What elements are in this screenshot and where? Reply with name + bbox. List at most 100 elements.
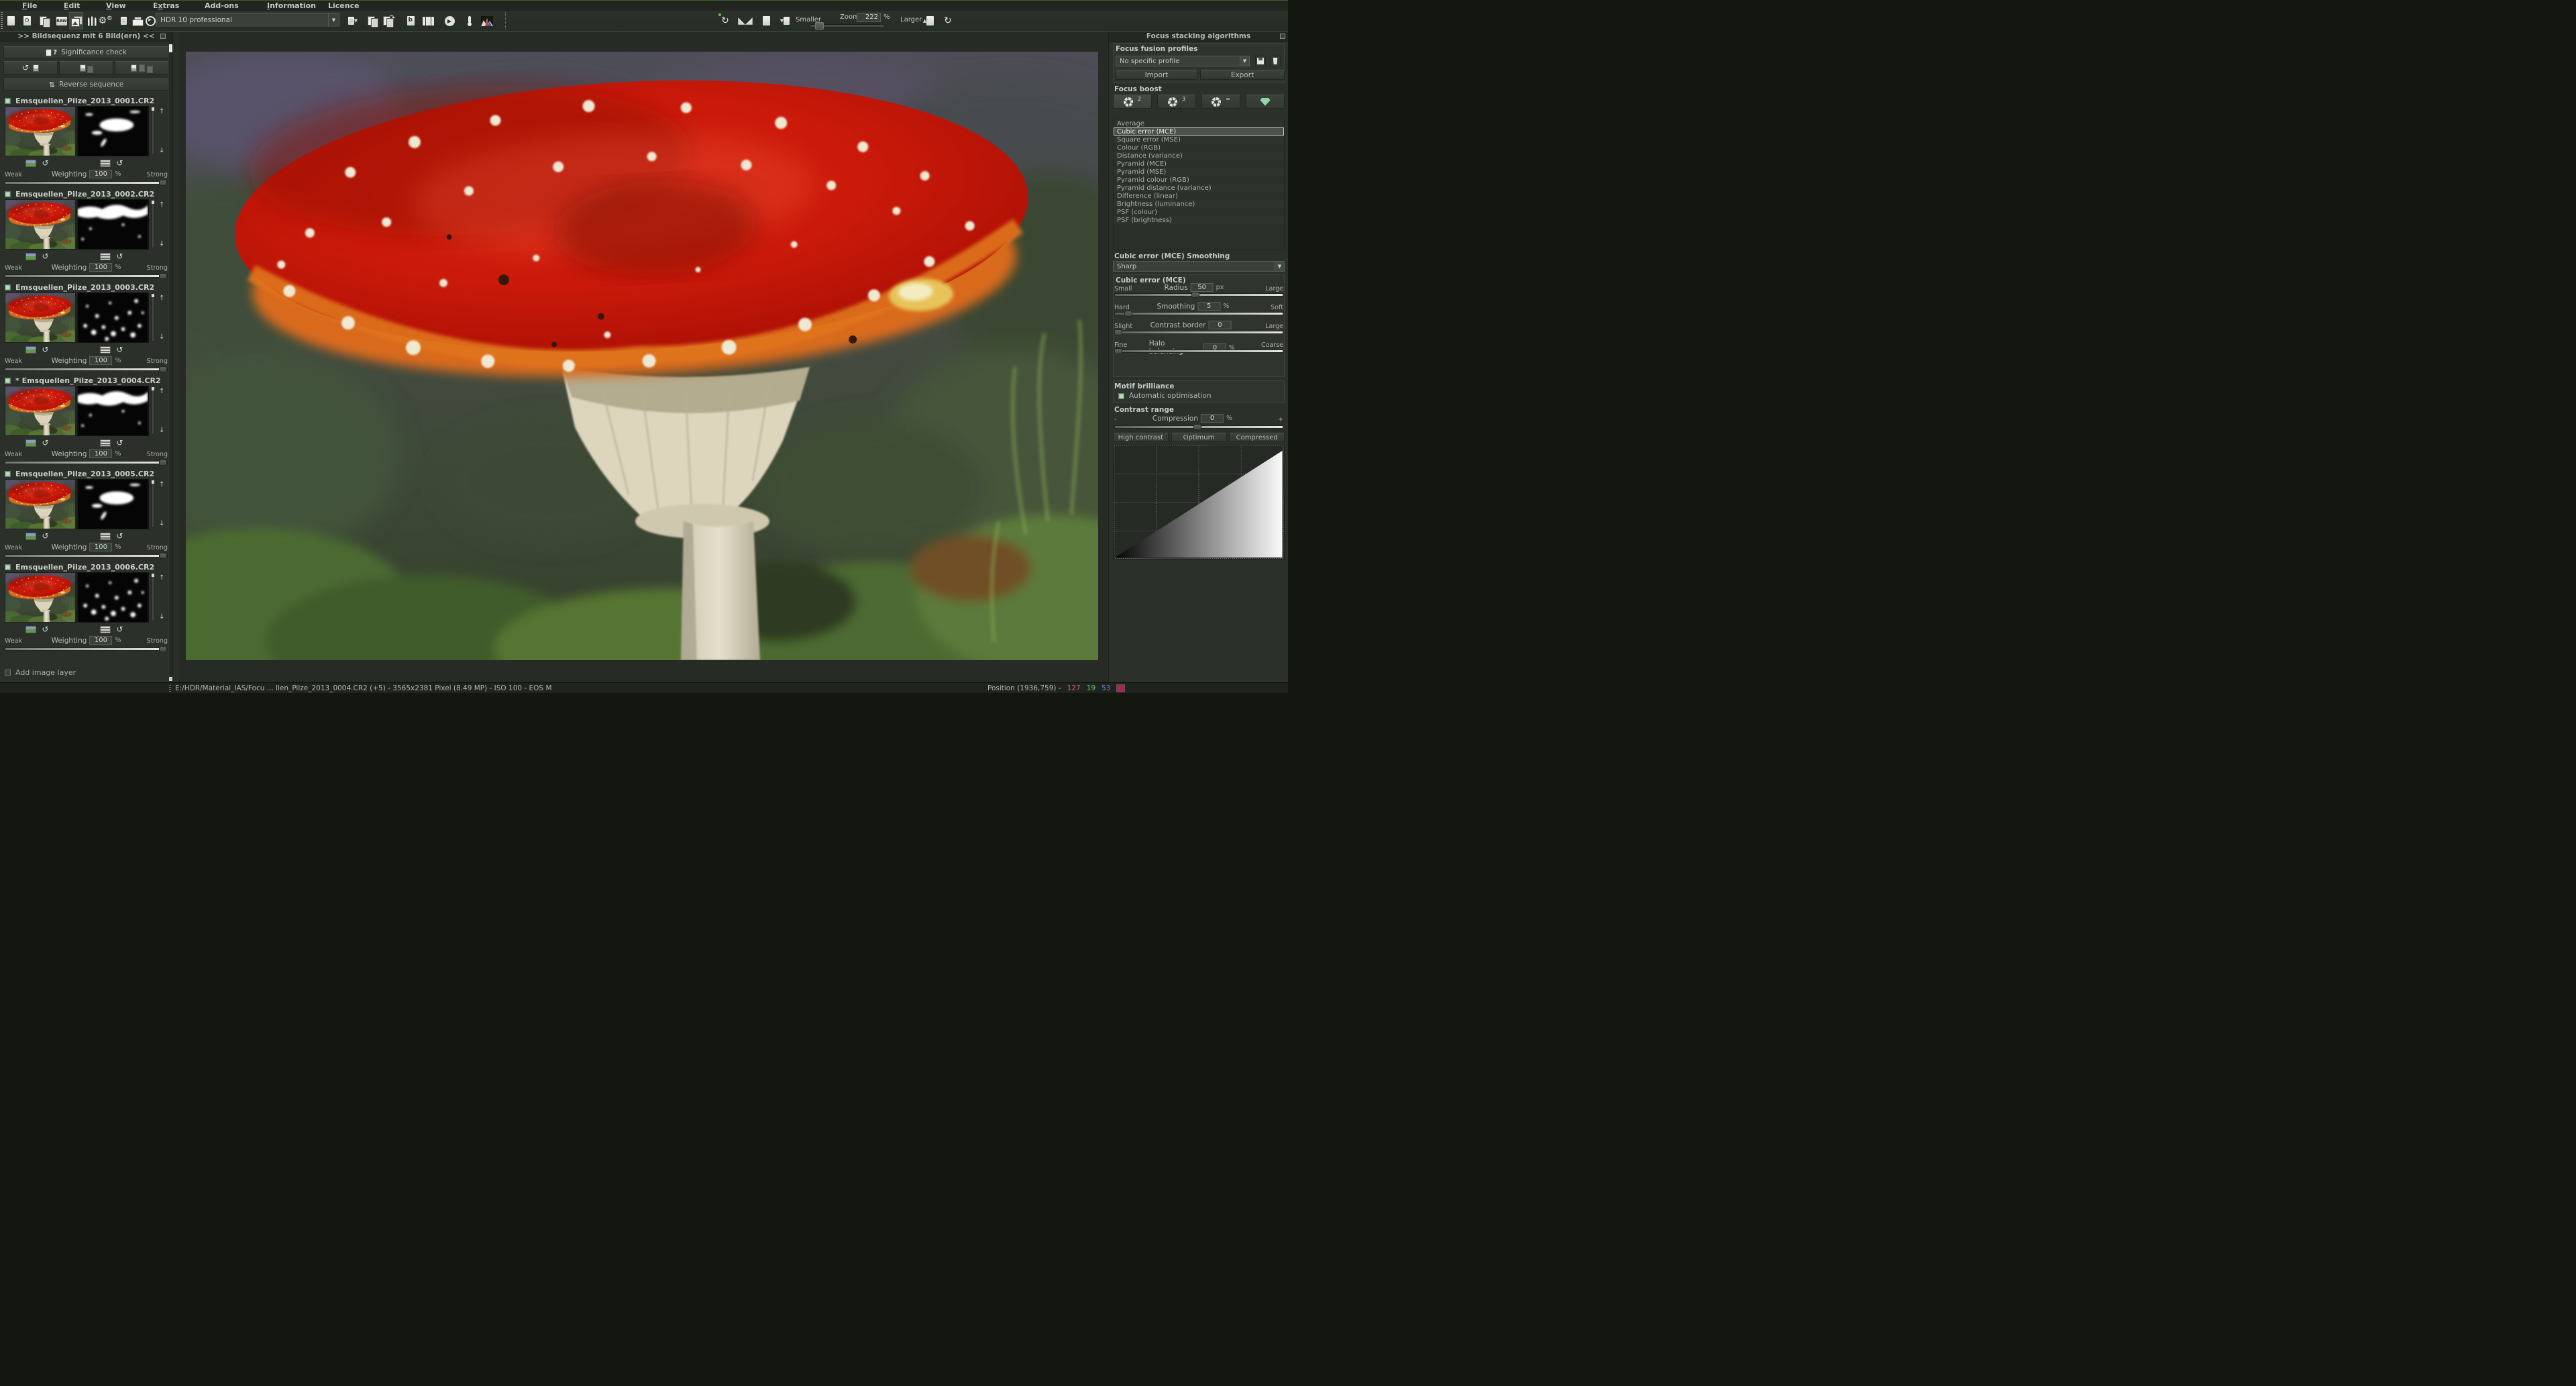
import-button[interactable]: Import (1116, 70, 1197, 80)
menu-item[interactable]: Edit (61, 1, 83, 11)
auto-refresh-button[interactable]: ↻ (716, 12, 734, 30)
left-panel-scrollbar[interactable] (168, 42, 172, 676)
weighting-slider-knob[interactable] (159, 553, 167, 559)
panorama-button[interactable] (420, 12, 436, 30)
entry-mask-thumbnail[interactable] (76, 199, 149, 250)
raw-settings-button[interactable]: RAW (54, 12, 70, 30)
boost-level-infinity-button[interactable]: ∞ (1201, 95, 1240, 109)
entry-checkbox[interactable] (5, 191, 11, 197)
weighting-slider[interactable] (5, 274, 168, 278)
move-down-icon[interactable]: ↓ (159, 334, 164, 341)
temperature-button[interactable] (462, 12, 478, 30)
entry-photo-thumbnail[interactable] (5, 199, 76, 250)
mushroom-photo[interactable] (186, 52, 1098, 660)
settings-button[interactable]: ⚙⚙ (97, 12, 113, 30)
weighting-slider-knob[interactable] (159, 646, 167, 652)
slider-value-input[interactable]: 0 (1208, 321, 1231, 329)
entry-checkbox[interactable] (5, 284, 11, 290)
move-down-icon[interactable]: ↓ (159, 148, 164, 154)
move-down-icon[interactable]: ↓ (159, 241, 164, 248)
mask-layer-icon[interactable] (100, 626, 111, 633)
weighting-slider[interactable] (5, 461, 168, 464)
slider-knob[interactable] (1191, 292, 1199, 298)
entry-checkbox[interactable] (5, 98, 11, 104)
weighting-value-input[interactable]: 100 (89, 356, 112, 365)
mce-slider[interactable] (1114, 350, 1283, 353)
refresh-photo-icon[interactable]: ↺ (42, 439, 48, 447)
left-splitter[interactable] (173, 32, 178, 682)
algorithm-item[interactable]: Brightness (luminance) (1114, 200, 1284, 208)
smoothing-dropdown[interactable]: Sharp ▼ (1113, 261, 1285, 272)
hdr-profile-dropdown[interactable]: HDR 10 professional ▼ (156, 13, 339, 28)
menu-item[interactable]: File (19, 1, 40, 11)
mask-layer-icon[interactable] (100, 439, 111, 447)
mask-layer-icon[interactable] (100, 533, 111, 540)
menu-item[interactable]: View (103, 1, 129, 11)
weighting-value-input[interactable]: 100 (89, 449, 112, 458)
mask-layer-icon[interactable] (100, 160, 111, 167)
entry-checkbox[interactable] (5, 378, 11, 384)
move-down-icon[interactable]: ↓ (159, 614, 164, 621)
algorithm-item[interactable]: Pyramid distance (variance) (1114, 184, 1284, 192)
refresh-mask-icon[interactable]: ↺ (116, 532, 123, 540)
refresh-photo-icon[interactable]: ↺ (42, 625, 48, 633)
mask-opacity-slider[interactable] (152, 293, 154, 341)
play-preview-button[interactable]: ▶ (441, 12, 458, 30)
main-canvas[interactable] (178, 32, 1104, 682)
refresh-photo-icon[interactable]: ↺ (42, 159, 48, 167)
refresh-photo-icon[interactable]: ↺ (42, 532, 48, 540)
reload-image-button[interactable]: ↷ (381, 12, 397, 30)
focus-panel-title[interactable]: Focus stacking algorithms (1109, 32, 1288, 42)
entry-checkbox[interactable] (5, 564, 11, 570)
weighting-slider-knob[interactable] (159, 460, 167, 466)
algorithm-item[interactable]: Cubic error (MCE) (1114, 127, 1284, 136)
refresh-mask-icon[interactable]: ↺ (116, 625, 123, 633)
zoom-slider-knob[interactable] (815, 22, 824, 30)
menu-item[interactable]: Extras (150, 1, 182, 11)
delete-profile-button[interactable] (1270, 56, 1281, 66)
entry-photo-thumbnail[interactable] (5, 292, 76, 343)
photo-layer-icon[interactable] (25, 439, 36, 447)
mask-opacity-knob[interactable] (152, 107, 154, 111)
add-image-layer-checkbox[interactable] (5, 670, 11, 676)
refresh-photo-icon[interactable]: ↺ (42, 252, 48, 260)
menu-item[interactable]: Information (264, 1, 319, 11)
mask-opacity-slider[interactable] (152, 386, 154, 435)
algorithm-item[interactable]: Pyramid (MSE) (1114, 168, 1284, 176)
weighting-value-input[interactable]: 100 (89, 263, 112, 272)
mask-opacity-slider[interactable] (152, 200, 154, 248)
entry-photo-thumbnail[interactable] (5, 386, 76, 436)
move-up-icon[interactable]: ↑ (159, 295, 164, 302)
move-up-icon[interactable]: ↑ (159, 482, 164, 488)
export-button[interactable]: Export (1200, 70, 1285, 80)
weighting-slider-knob[interactable] (159, 180, 167, 186)
refresh-mask-icon[interactable]: ↺ (116, 439, 123, 447)
entry-mask-thumbnail[interactable] (76, 292, 149, 343)
mce-slider[interactable] (1114, 293, 1283, 297)
duplicate-button[interactable] (364, 12, 380, 30)
weighting-slider[interactable] (5, 554, 168, 557)
zoom-out-page-button[interactable]: ▼ (777, 12, 793, 30)
weighting-slider[interactable] (5, 368, 168, 371)
entry-mask-thumbnail[interactable] (76, 479, 149, 529)
entry-checkbox[interactable] (5, 471, 11, 477)
mask-opacity-slider[interactable] (152, 573, 154, 621)
fit-page-button[interactable] (758, 12, 774, 30)
algorithm-item[interactable]: Pyramid colour (RGB) (1114, 176, 1284, 184)
slider-knob[interactable] (1114, 329, 1122, 335)
refresh-mask-icon[interactable]: ↺ (116, 345, 123, 354)
sequence-panel-title[interactable]: >> Bildsequenz mit 6 Bild(ern) << (0, 32, 172, 42)
menu-item[interactable]: Add-ons (202, 1, 241, 11)
slider-value-input[interactable]: 50 (1191, 283, 1214, 292)
algorithm-item[interactable]: PSF (brightness) (1114, 216, 1284, 224)
profile-dropdown[interactable]: No specific profile ▼ (1116, 56, 1250, 66)
boost-premium-button[interactable] (1246, 95, 1285, 109)
contrast-range-button[interactable]: Compressed (1229, 433, 1285, 442)
save-profile-button[interactable] (1255, 56, 1266, 66)
significance-check-button[interactable]: ? Significance check (3, 46, 169, 58)
compression-knob[interactable] (1193, 424, 1201, 430)
mask-opacity-knob[interactable] (152, 480, 154, 484)
batch-processing-button[interactable]: ▼ (343, 12, 363, 30)
algorithm-item[interactable]: Colour (RGB) (1114, 144, 1284, 152)
zoom-slider[interactable] (810, 24, 885, 28)
